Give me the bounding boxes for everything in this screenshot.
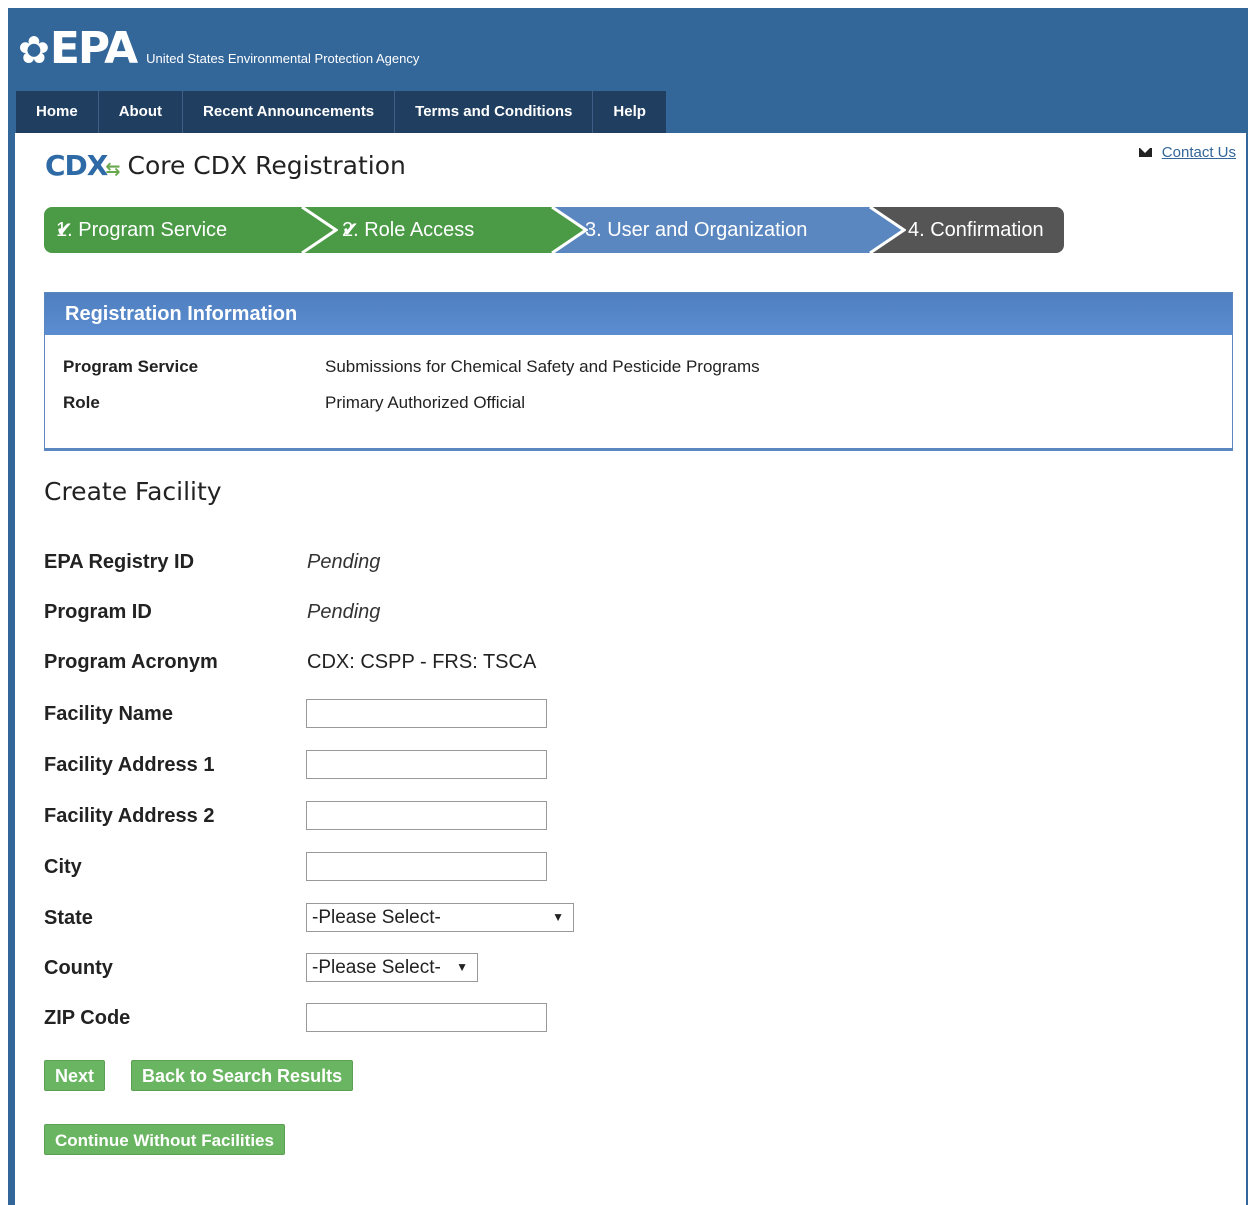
registry-id-label: EPA Registry ID [44, 551, 195, 573]
dropdown-arrow-icon: ▼ [456, 960, 468, 974]
site-header: ✿EPA United States Environmental Protect… [8, 8, 1248, 133]
county-selected-value: -Please Select- [312, 957, 441, 978]
facility-address1-label: Facility Address 1 [44, 754, 215, 776]
epa-flower-icon: ✿ [18, 28, 50, 72]
facility-address1-input[interactable] [306, 750, 547, 779]
page-frame: ✿EPA United States Environmental Protect… [8, 8, 1248, 1205]
back-to-search-results-button[interactable]: Back to Search Results [131, 1060, 354, 1091]
main-nav: Home About Recent Announcements Terms an… [16, 91, 666, 133]
next-button[interactable]: Next [44, 1060, 106, 1091]
city-input[interactable] [306, 852, 547, 881]
logo-text: EPA [49, 23, 138, 74]
checkmark-icon: ✔ [56, 219, 73, 241]
step-separator [551, 207, 588, 253]
cdx-logo: CDX⇆ [45, 149, 120, 182]
state-selected-value: -Please Select- [312, 907, 441, 928]
state-label: State [44, 907, 93, 929]
nav-terms-and-conditions[interactable]: Terms and Conditions [395, 91, 594, 133]
step-separator [301, 207, 338, 253]
facility-address2-input[interactable] [306, 801, 547, 830]
city-label: City [44, 856, 82, 878]
facility-name-input[interactable] [306, 699, 547, 728]
program-acronym-label: Program Acronym [44, 651, 218, 673]
step-role-access: 2. Role Access ✔ [302, 207, 586, 253]
step-separator [869, 207, 906, 253]
info-key: Role [63, 393, 100, 412]
zip-label: ZIP Code [44, 1007, 131, 1029]
info-key: Program Service [63, 357, 199, 376]
progress-steps: 1. Program Service ✔ 2. Role Access ✔ 3.… [44, 207, 1064, 253]
nav-recent-announcements[interactable]: Recent Announcements [183, 91, 396, 133]
county-label: County [44, 957, 113, 979]
contact-us-label: Contact Us [1161, 144, 1236, 161]
step-user-and-organization: 3. User and Organization [552, 207, 904, 253]
nav-about[interactable]: About [98, 91, 184, 133]
page-title: Core CDX Registration [127, 151, 406, 180]
nav-help[interactable]: Help [593, 91, 666, 133]
nav-home[interactable]: Home [16, 91, 99, 133]
main-content: Contact Us CDX⇆ Core CDX Registration 1.… [15, 133, 1246, 1205]
contact-us-link[interactable]: Contact Us [1138, 144, 1236, 161]
agency-name: United States Environmental Protection A… [146, 51, 420, 66]
epa-logo[interactable]: ✿EPA United States Environmental Protect… [18, 22, 420, 74]
envelope-icon [1138, 148, 1152, 157]
program-id-label: Program ID [44, 601, 152, 623]
program-id-value: Pending [307, 601, 381, 623]
registration-info-heading: Registration Information [45, 293, 1232, 335]
create-facility-heading: Create Facility [44, 477, 222, 506]
zip-input[interactable] [306, 1003, 547, 1032]
facility-address2-label: Facility Address 2 [44, 805, 215, 827]
continue-without-facilities-button[interactable]: Continue Without Facilities [44, 1124, 285, 1155]
checkmark-icon: ✔ [342, 219, 359, 241]
registration-info-panel: Registration Information Program Service… [44, 292, 1233, 451]
dropdown-arrow-icon: ▼ [552, 910, 564, 924]
program-acronym-value: CDX: CSPP - FRS: TSCA [307, 651, 537, 673]
registry-id-value: Pending [307, 551, 381, 573]
state-select[interactable]: -Please Select- ▼ [306, 903, 574, 932]
facility-name-label: Facility Name [44, 703, 173, 725]
info-value: Primary Authorized Official [325, 393, 525, 412]
step-program-service: 1. Program Service ✔ [44, 207, 336, 253]
info-value: Submissions for Chemical Safety and Pest… [325, 357, 760, 376]
county-select[interactable]: -Please Select- ▼ [306, 953, 478, 982]
cdx-arrows-icon: ⇆ [105, 159, 120, 180]
page-title-row: CDX⇆ Core CDX Registration [45, 149, 406, 182]
